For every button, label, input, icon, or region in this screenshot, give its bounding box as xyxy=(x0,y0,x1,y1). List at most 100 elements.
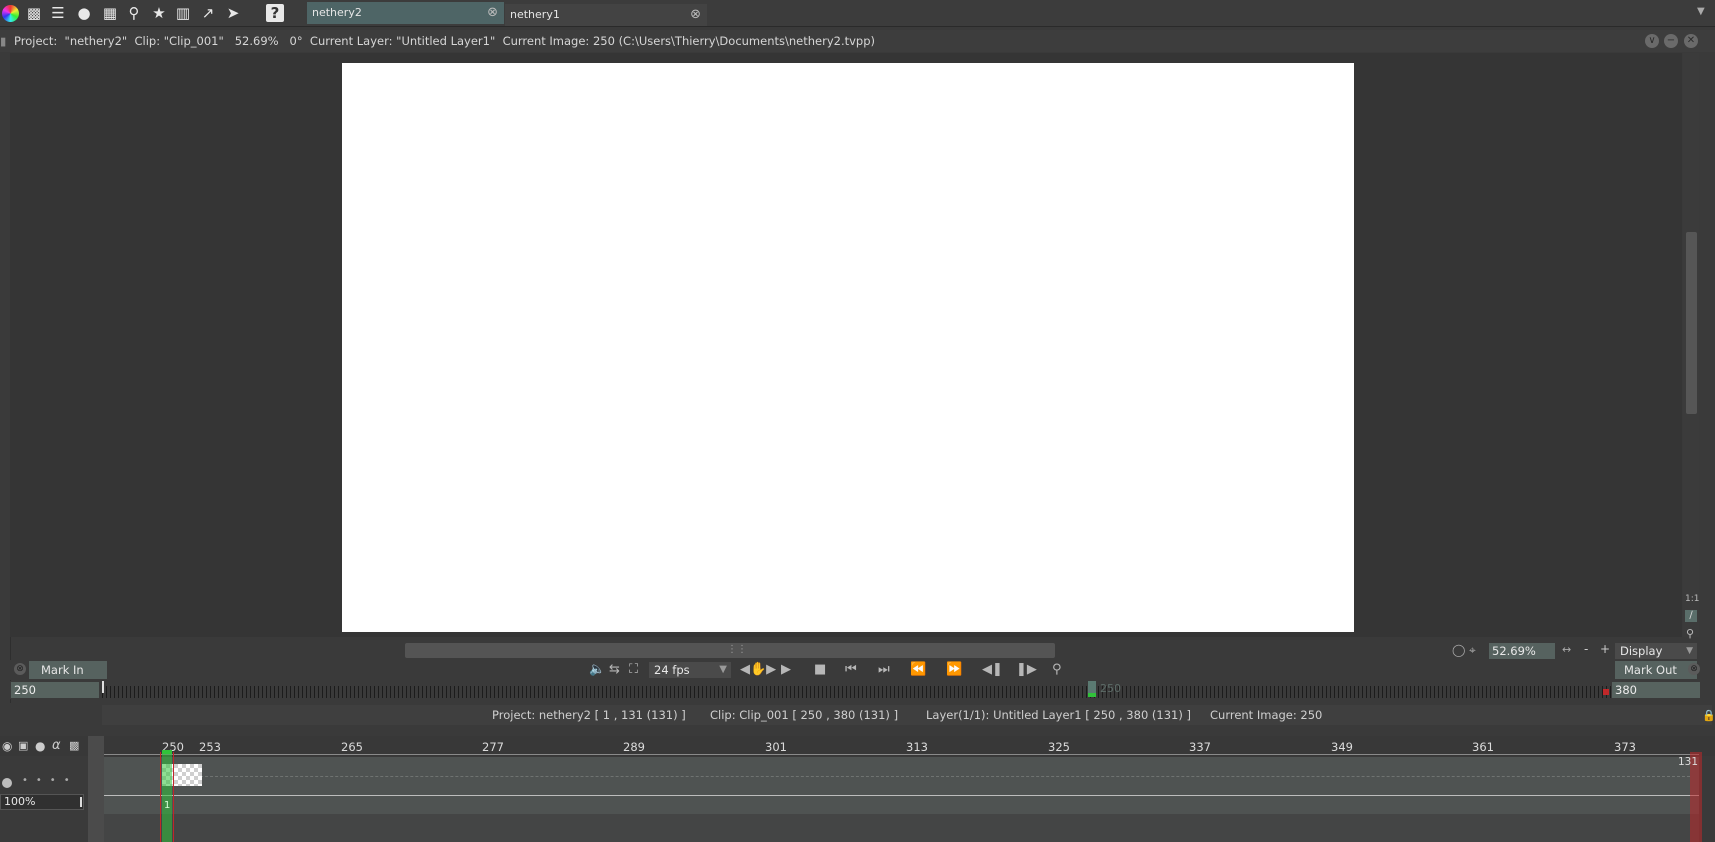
fullscreen-icon[interactable]: ⛶ xyxy=(629,661,638,679)
ruler-playhead[interactable] xyxy=(1088,681,1096,693)
current-frame-highlight xyxy=(162,752,172,842)
stamp-icon[interactable]: ▩ xyxy=(24,3,44,23)
brush-rack-icon[interactable]: ▦ xyxy=(100,3,120,23)
zoom-out-button[interactable]: - xyxy=(1584,642,1588,656)
opacity-slider-handle[interactable] xyxy=(80,797,82,807)
status-project: Project: nethery2 [ 1 , 131 (131) ] xyxy=(492,708,686,722)
layer-opacity-value: 100% xyxy=(4,795,36,808)
mark-in-field[interactable]: 250 xyxy=(11,682,99,698)
fps-select[interactable]: 24 fps ▼ xyxy=(649,662,731,678)
tab-nethery2[interactable]: nethery2 ⊗ xyxy=(307,2,504,24)
layer-track[interactable] xyxy=(104,757,1699,814)
select-frame-icon[interactable]: ▩ xyxy=(69,739,79,752)
mark-out-field[interactable]: 380 xyxy=(1612,682,1700,698)
status-clip: Clip: Clip_001 [ 250 , 380 (131) ] xyxy=(710,708,899,722)
hand-shuttle-icon[interactable]: ◀✋▶ xyxy=(740,661,776,679)
alpha-icon[interactable]: α xyxy=(52,738,61,753)
project-info-text: Project: "nethery2" Clip: "Clip_001" 52.… xyxy=(14,34,876,48)
frame-label: 253 xyxy=(199,740,221,754)
frame-label: 289 xyxy=(623,740,645,754)
restore-icon[interactable]: − xyxy=(1664,34,1678,48)
bulb-icon[interactable]: ● xyxy=(74,3,94,23)
sound-icon[interactable]: 🔈 xyxy=(589,661,605,679)
close-icon[interactable]: ⊗ xyxy=(690,4,701,26)
frame-label: 301 xyxy=(765,740,787,754)
chevron-down-icon[interactable]: ▼ xyxy=(1697,6,1705,17)
track-mid-line xyxy=(104,795,1699,796)
playhead-top[interactable] xyxy=(162,750,172,754)
tab-label: nethery2 xyxy=(312,6,362,19)
layer-toggle-dots[interactable]: •••• xyxy=(22,775,78,786)
minimize-icon[interactable]: ∨ xyxy=(1645,34,1659,48)
display-dropdown[interactable]: Display ▼ xyxy=(1615,643,1697,659)
display-label: Display xyxy=(1620,644,1663,658)
end-frame-label: 131 xyxy=(1678,756,1699,768)
lock-icon: ▮ xyxy=(0,34,7,48)
vertical-scroll-thumb[interactable] xyxy=(1686,232,1697,414)
scroll-grip-icon: ⋮⋮ xyxy=(727,644,747,655)
ruler-current-label: 250 xyxy=(1100,682,1121,695)
frame-ruler[interactable] xyxy=(102,686,1612,698)
fast-forward-icon[interactable]: ⏩ xyxy=(946,661,962,679)
fit-diagonal-icon[interactable]: ∕ xyxy=(1685,610,1697,622)
mark-out-button[interactable]: Mark Out xyxy=(1615,661,1697,679)
rewind-icon[interactable]: ⏪ xyxy=(910,661,926,679)
layer-opacity-field[interactable]: 100% xyxy=(0,794,84,810)
frame-label: 337 xyxy=(1189,740,1211,754)
tab-nethery1[interactable]: nethery1 ⊗ xyxy=(505,4,707,26)
library-icon[interactable]: ▥ xyxy=(173,3,193,23)
bulb-icon[interactable]: ● xyxy=(35,739,45,753)
layers-icon[interactable]: ☰ xyxy=(48,3,68,23)
chevron-down-icon: ▼ xyxy=(719,664,727,675)
transport-bar xyxy=(0,660,1715,680)
playhead-line-right xyxy=(173,752,174,842)
chart-icon[interactable]: ↗ xyxy=(198,3,218,23)
play-icon[interactable]: ▶ xyxy=(781,661,791,679)
search-icon[interactable]: ⚲ xyxy=(124,3,144,23)
zoom-field[interactable]: 52.69% xyxy=(1489,643,1555,659)
timeline-header xyxy=(0,736,1715,756)
project-info-bar: ▮ Project: "nethery2" Clip: "Clip_001" 5… xyxy=(0,30,1715,52)
frame-index: 1 xyxy=(164,800,171,811)
playhead-line-left xyxy=(160,752,161,842)
track-hold-line xyxy=(170,776,1690,777)
layer-visibility-dot[interactable] xyxy=(2,778,12,788)
paper-plane-icon[interactable]: ➤ xyxy=(223,3,243,23)
frame-label: 361 xyxy=(1472,740,1494,754)
marker-pin-icon[interactable]: ⚲ xyxy=(1052,661,1062,679)
top-toolbar: ▩ ☰ ● ▦ ⚲ ★ ▥ ↗ ➤ ? nethery2 ⊗ nethery1 … xyxy=(0,0,1715,27)
pin-icon[interactable]: ⚲ xyxy=(1686,627,1694,640)
previous-frame-icon[interactable]: ◀❚ xyxy=(982,661,1003,679)
center-icon[interactable]: ⌖ xyxy=(1469,643,1476,658)
lock-icon[interactable]: 🔒 xyxy=(1702,709,1715,722)
timeline-gutter xyxy=(88,736,104,842)
frame-label: 277 xyxy=(482,740,504,754)
close-icon[interactable]: ⊗ xyxy=(487,2,498,24)
help-icon[interactable]: ? xyxy=(266,4,284,22)
mark-in-clear-icon[interactable]: ⊗ xyxy=(14,663,26,675)
rotate-icon[interactable]: ◯ xyxy=(1452,643,1465,657)
flip-icon[interactable]: ↔ xyxy=(1562,643,1571,656)
chevron-down-icon: ▼ xyxy=(1686,646,1693,656)
ruler-end-marker xyxy=(1603,689,1609,695)
fps-value: 24 fps xyxy=(654,663,690,677)
ruler-start-marker xyxy=(102,681,104,693)
color-wheel-icon[interactable] xyxy=(0,3,20,23)
mark-in-button[interactable]: Mark In xyxy=(29,661,107,679)
close-icon[interactable]: ✕ xyxy=(1684,34,1698,48)
ratio-button[interactable]: 1:1 xyxy=(1685,594,1699,604)
last-frame-icon[interactable]: ⏭ xyxy=(878,661,890,679)
loop-icon[interactable]: ⇆ xyxy=(609,661,620,679)
lock-icon[interactable]: ▣ xyxy=(18,739,28,752)
frame-label: 349 xyxy=(1331,740,1353,754)
frame-label: 325 xyxy=(1048,740,1070,754)
drawing-canvas[interactable] xyxy=(342,63,1354,632)
puppet-icon[interactable]: ★ xyxy=(149,3,169,23)
tab-label: nethery1 xyxy=(510,8,560,21)
eye-icon[interactable]: ◉ xyxy=(2,739,12,753)
mark-out-clear-icon[interactable]: ⊗ xyxy=(1688,663,1700,675)
first-frame-icon[interactable]: ⏮ xyxy=(845,661,857,679)
next-frame-icon[interactable]: ❚▶ xyxy=(1016,661,1037,679)
zoom-in-button[interactable]: + xyxy=(1600,642,1610,656)
stop-icon[interactable]: ■ xyxy=(814,661,826,679)
